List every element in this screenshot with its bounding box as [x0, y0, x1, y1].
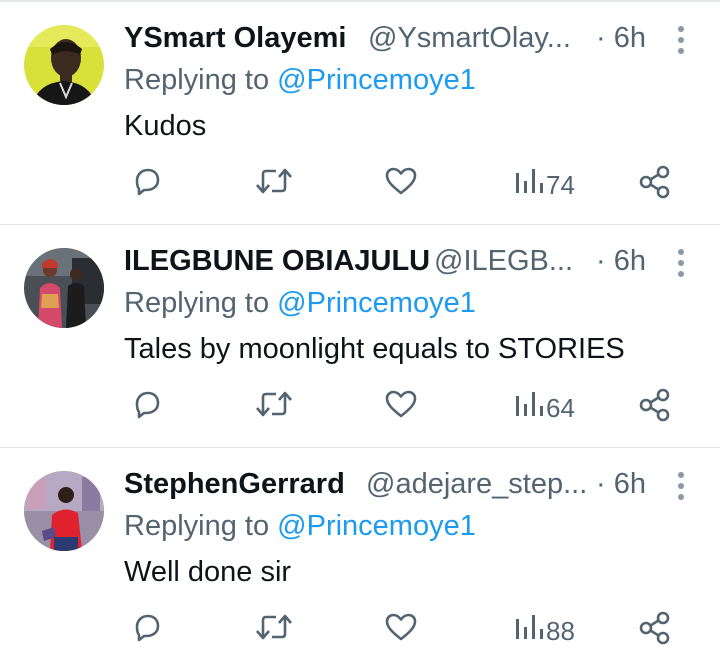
retweet-icon [256, 168, 292, 194]
views-button[interactable]: 88 [512, 611, 592, 651]
reply-icon [135, 391, 160, 419]
action-bar: 88 [0, 611, 720, 651]
views-icon [516, 169, 543, 193]
reply-button[interactable] [131, 165, 165, 205]
more-icon[interactable] [676, 26, 686, 56]
replying-to-label: Replying to [124, 287, 278, 319]
tweet-text: Tales by moonlight equals to STORIES [124, 333, 625, 365]
mention-link[interactable]: @Princemoye1 [277, 510, 476, 542]
replying-to-label: Replying to [124, 64, 278, 96]
retweet-button[interactable] [254, 388, 294, 428]
reply-button[interactable] [131, 611, 165, 651]
retweet-button[interactable] [254, 611, 294, 651]
tweet-text: Kudos [124, 110, 207, 142]
mention-link[interactable]: @Princemoye1 [277, 64, 476, 96]
reply-tweet[interactable]: StephenGerrard @adejare_step... · 6h Rep… [0, 448, 720, 671]
views-button[interactable]: 74 [512, 165, 592, 205]
timestamp[interactable]: · 6h [596, 22, 646, 55]
action-bar: 74 [0, 165, 720, 205]
heart-icon [385, 613, 417, 641]
views-button[interactable]: 64 [512, 388, 592, 428]
share-button[interactable] [638, 388, 672, 428]
like-button[interactable] [384, 611, 418, 651]
share-icon [639, 388, 670, 422]
display-name[interactable]: ILEGBUNE OBIAJULU [124, 245, 430, 278]
retweet-icon [256, 614, 292, 640]
reply-icon [135, 614, 160, 642]
reply-tweet[interactable]: ILEGBUNE OBIAJULU @ILEGB... · 6h Replyin… [0, 225, 720, 448]
retweet-button[interactable] [254, 165, 294, 205]
tweet-text: Well done sir [124, 556, 292, 588]
display-name[interactable]: YSmart Olayemi [124, 22, 346, 55]
user-handle[interactable]: @YsmartOlay... [368, 22, 571, 55]
replying-to-line: Replying to @Princemoye1 [124, 510, 476, 543]
replying-to-label: Replying to [124, 510, 278, 542]
share-icon [639, 165, 670, 199]
user-handle[interactable]: @adejare_step... [366, 468, 587, 501]
heart-icon [385, 167, 417, 195]
share-button[interactable] [638, 611, 672, 651]
replying-to-line: Replying to @Princemoye1 [124, 287, 476, 320]
more-icon[interactable] [676, 472, 686, 502]
views-count: 88 [546, 616, 575, 646]
reply-tweet[interactable]: YSmart Olayemi @YsmartOlay... · 6h Reply… [0, 2, 720, 225]
avatar[interactable] [24, 25, 104, 105]
user-handle[interactable]: @ILEGB... [434, 245, 573, 278]
action-bar: 64 [0, 388, 720, 428]
mention-link[interactable]: @Princemoye1 [277, 287, 476, 319]
like-button[interactable] [384, 165, 418, 205]
avatar[interactable] [24, 471, 104, 551]
views-count: 74 [546, 170, 575, 200]
replying-to-line: Replying to @Princemoye1 [124, 64, 476, 97]
reply-button[interactable] [131, 388, 165, 428]
display-name[interactable]: StephenGerrard [124, 468, 345, 501]
avatar[interactable] [24, 248, 104, 328]
timestamp[interactable]: · 6h [596, 468, 646, 501]
reply-icon [135, 168, 160, 196]
timestamp[interactable]: · 6h [596, 245, 646, 278]
heart-icon [385, 390, 417, 418]
like-button[interactable] [384, 388, 418, 428]
share-button[interactable] [638, 165, 672, 205]
share-icon [639, 611, 670, 645]
views-icon [516, 392, 543, 416]
more-icon[interactable] [676, 249, 686, 279]
retweet-icon [256, 391, 292, 417]
views-count: 64 [546, 393, 575, 423]
views-icon [516, 615, 543, 639]
